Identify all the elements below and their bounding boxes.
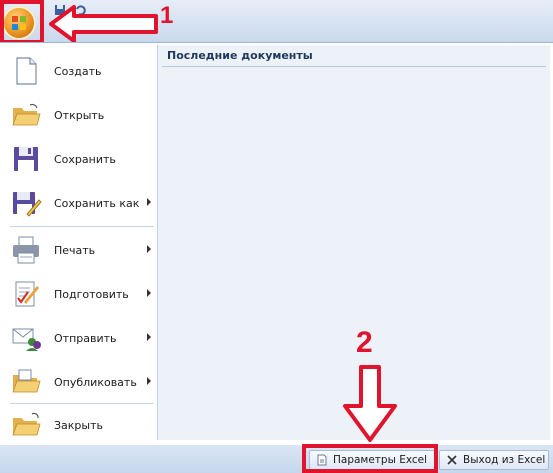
annotation-arrow-2 xyxy=(343,365,397,442)
annotation-box-2 xyxy=(302,444,438,473)
menu-item-label: Подготовить xyxy=(54,287,129,301)
menu-item-label: Создать xyxy=(54,64,102,78)
annotation-arrow-1 xyxy=(49,5,158,43)
menu-item-send[interactable]: Отправить xyxy=(6,316,157,360)
close-folder-icon xyxy=(12,412,41,436)
save-as-icon xyxy=(13,192,42,217)
menu-item-label: Отправить xyxy=(54,331,117,345)
submenu-arrow-icon xyxy=(147,289,151,297)
menu-commands-pane: Создать Открыть Сохранить Сохранить как … xyxy=(6,45,158,440)
menu-item-save[interactable]: Сохранить xyxy=(6,137,157,181)
menu-item-publish[interactable]: Опубликовать xyxy=(6,360,157,404)
menu-item-prepare[interactable]: Подготовить xyxy=(6,272,157,316)
office-menu: Создать Открыть Сохранить Сохранить как … xyxy=(0,42,553,446)
menu-item-new[interactable]: Создать xyxy=(6,49,157,93)
recent-documents-title: Последние документы xyxy=(167,49,313,62)
printer-icon xyxy=(13,236,39,264)
exit-excel-label: Выход из Excel xyxy=(463,454,546,466)
submenu-arrow-icon xyxy=(147,333,151,341)
save-floppy-icon xyxy=(14,147,38,171)
menu-footer: Параметры Excel Выход из Excel xyxy=(0,445,553,473)
menu-item-label: Открыть xyxy=(54,108,105,122)
menu-item-print[interactable]: Печать xyxy=(6,228,157,272)
recent-documents-divider xyxy=(162,66,546,67)
menu-item-save-as[interactable]: Сохранить как xyxy=(6,181,157,225)
menu-item-label: Печать xyxy=(54,243,96,257)
submenu-arrow-icon xyxy=(147,245,151,253)
prepare-document-icon xyxy=(15,281,39,307)
menu-item-label: Сохранить xyxy=(54,152,116,166)
publish-folder-icon xyxy=(12,369,41,393)
submenu-arrow-icon xyxy=(147,377,151,385)
exit-excel-button[interactable]: Выход из Excel xyxy=(439,450,549,470)
menu-item-label: Опубликовать xyxy=(54,375,137,389)
exit-x-icon xyxy=(447,455,457,465)
menu-divider xyxy=(10,226,154,227)
open-folder-icon xyxy=(12,103,41,126)
menu-item-label: Сохранить как xyxy=(54,196,140,210)
annotation-number-2: 2 xyxy=(356,326,373,359)
menu-item-close[interactable]: Закрыть xyxy=(6,403,157,447)
submenu-arrow-icon xyxy=(147,198,151,206)
new-document-icon xyxy=(16,57,37,85)
menu-item-label: Закрыть xyxy=(54,418,103,432)
menu-item-open[interactable]: Открыть xyxy=(6,93,157,137)
send-mail-icon xyxy=(12,328,41,351)
annotation-box-1 xyxy=(0,0,44,44)
annotation-number-1: 1 xyxy=(160,2,174,29)
